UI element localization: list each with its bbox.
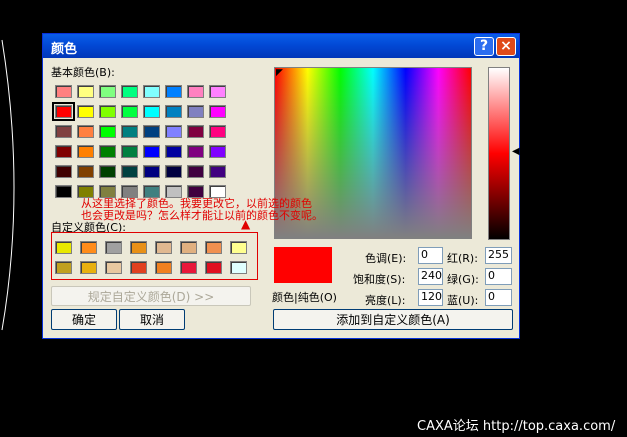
basic-color-swatch[interactable] [121, 125, 138, 138]
cancel-button[interactable]: 取消 [119, 309, 185, 330]
basic-color-swatch[interactable] [52, 102, 75, 121]
luminance-input[interactable]: 120 [418, 289, 443, 306]
saturation-label: 饱和度(S): [353, 273, 406, 286]
ok-button[interactable]: 确定 [51, 309, 117, 330]
green-input[interactable]: 0 [485, 268, 512, 285]
define-custom-colors-button[interactable]: 规定自定义颜色(D) >> [51, 286, 251, 306]
basic-color-swatch[interactable] [209, 165, 226, 178]
basic-color-swatch[interactable] [165, 165, 182, 178]
basic-color-swatch[interactable] [187, 85, 204, 98]
forum-watermark: CAXA论坛 http://top.caxa.com/ [417, 419, 616, 434]
basic-color-swatch[interactable] [77, 85, 94, 98]
basic-color-swatch[interactable] [165, 85, 182, 98]
basic-color-swatch[interactable] [165, 105, 182, 118]
hue-input[interactable]: 0 [418, 247, 443, 264]
close-button[interactable]: × [496, 37, 516, 56]
blue-label: 蓝(U): [447, 294, 479, 307]
green-label: 绿(G): [447, 273, 479, 286]
basic-color-swatch[interactable] [187, 105, 204, 118]
basic-color-swatch[interactable] [99, 145, 116, 158]
basic-color-swatch[interactable] [121, 165, 138, 178]
basic-color-swatch[interactable] [121, 145, 138, 158]
title-bar[interactable]: 颜色 ? × [43, 34, 519, 58]
background-arc [1, 39, 15, 331]
basic-color-swatch[interactable] [99, 165, 116, 178]
basic-color-swatch[interactable] [99, 85, 116, 98]
basic-color-swatch[interactable] [55, 125, 72, 138]
luminance-bar[interactable] [488, 67, 510, 240]
luminance-label: 亮度(L): [365, 294, 406, 307]
spectrum-crosshair-icon: ◤ [276, 68, 283, 78]
basic-color-swatch[interactable] [77, 125, 94, 138]
basic-color-swatch[interactable] [187, 145, 204, 158]
basic-color-swatch[interactable] [55, 165, 72, 178]
basic-color-swatch[interactable] [165, 145, 182, 158]
saturation-input[interactable]: 240 [418, 268, 443, 285]
basic-color-swatch[interactable] [99, 125, 116, 138]
color-dialog: 颜色 ? × 基本颜色(B): 自定义颜色(C): 规定自定义颜色(D) >> … [42, 33, 520, 339]
basic-color-swatch[interactable] [55, 185, 72, 198]
annotation-arrow-icon: ▲ [241, 217, 251, 231]
basic-color-swatch[interactable] [143, 165, 160, 178]
basic-color-swatch[interactable] [143, 145, 160, 158]
luminance-arrow-icon[interactable]: ◀ [512, 146, 520, 157]
add-to-custom-colors-button[interactable]: 添加到自定义颜色(A) [273, 309, 513, 330]
basic-color-swatch[interactable] [187, 165, 204, 178]
basic-color-swatch[interactable] [55, 85, 72, 98]
basic-color-swatch[interactable] [209, 85, 226, 98]
dialog-title: 颜色 [51, 42, 78, 57]
annotation-line-2: 也会更改是吗？怎么样才能让以前的颜色不变呢。 [81, 209, 323, 222]
red-label: 红(R): [447, 252, 478, 265]
basic-color-swatch[interactable] [55, 145, 72, 158]
blue-input[interactable]: 0 [485, 289, 512, 306]
help-button[interactable]: ? [474, 37, 494, 56]
basic-color-swatch[interactable] [143, 85, 160, 98]
basic-color-swatch[interactable] [77, 145, 94, 158]
basic-color-swatch[interactable] [143, 125, 160, 138]
basic-color-swatch[interactable] [77, 165, 94, 178]
color-solid-label: 颜色|纯色(O) [272, 291, 337, 304]
basic-color-swatch[interactable] [187, 125, 204, 138]
basic-color-swatch[interactable] [165, 125, 182, 138]
annotation-highlight-box [51, 232, 258, 280]
color-preview [274, 247, 332, 283]
basic-color-swatch[interactable] [143, 105, 160, 118]
basic-color-swatch[interactable] [209, 145, 226, 158]
basic-color-swatch[interactable] [121, 85, 138, 98]
basic-color-swatch[interactable] [209, 105, 226, 118]
basic-color-swatch[interactable] [99, 105, 116, 118]
basic-color-swatch[interactable] [77, 105, 94, 118]
hue-label: 色调(E): [365, 252, 407, 265]
basic-colors-label: 基本颜色(B): [51, 66, 115, 79]
red-input[interactable]: 255 [485, 247, 512, 264]
basic-color-swatch[interactable] [209, 125, 226, 138]
basic-color-swatch[interactable] [121, 105, 138, 118]
